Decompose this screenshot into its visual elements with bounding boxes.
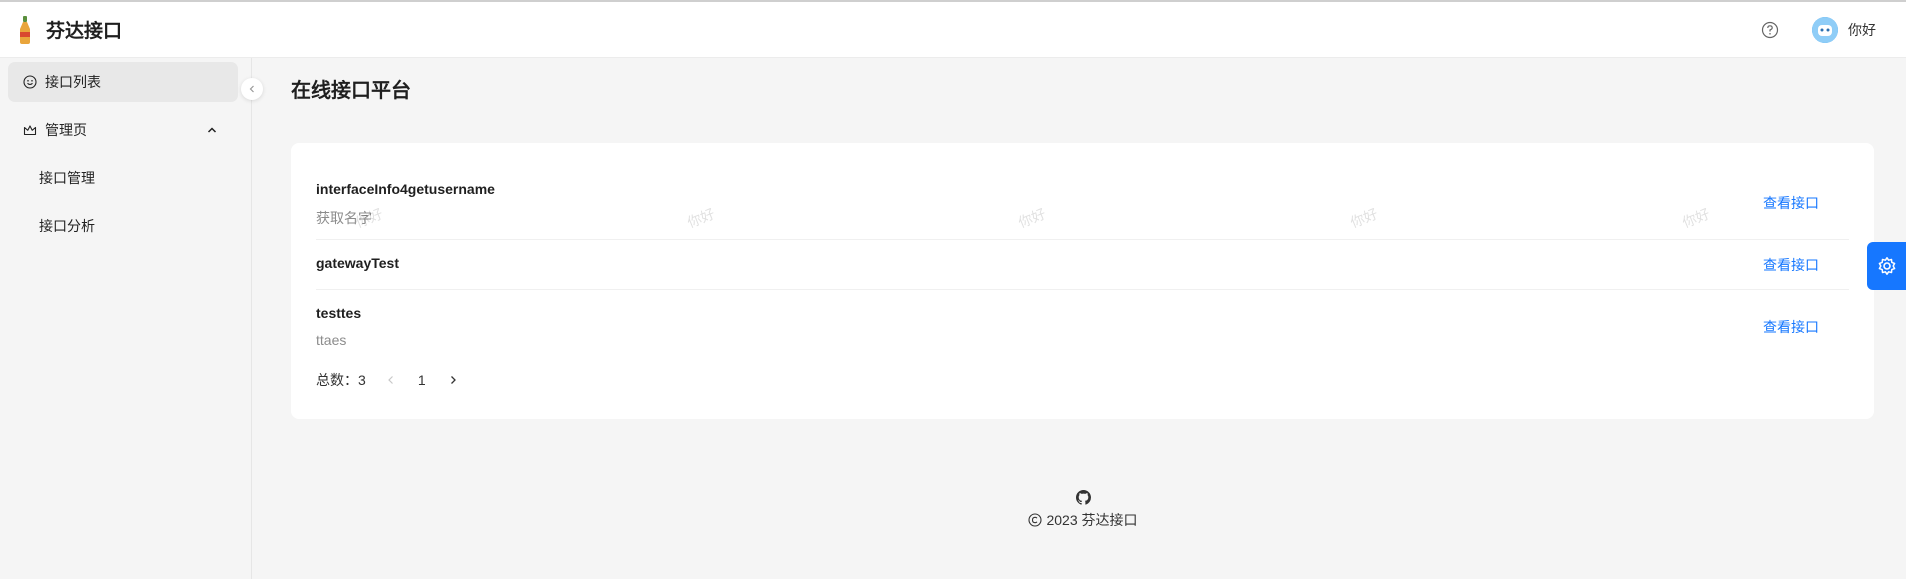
chevron-up-icon[interactable]	[206, 124, 218, 136]
header-actions: 你好	[1761, 2, 1876, 58]
list-item-desc: ttaes	[316, 332, 347, 348]
page-title: 在线接口平台	[291, 80, 411, 102]
sidebar-group-admin[interactable]: 管理页	[8, 110, 238, 150]
app-title: 芬达接口	[46, 21, 123, 42]
copyright: 2023 芬达接口	[1028, 510, 1138, 530]
sidebar-group-label: 管理页	[45, 122, 87, 138]
list-item: testtes ttaes 查看接口	[316, 305, 1849, 348]
avatar[interactable]	[1812, 17, 1838, 43]
list-item-title: gatewayTest	[316, 255, 399, 271]
sidebar-item-api-manage[interactable]: 接口管理	[8, 158, 238, 198]
crown-icon	[23, 125, 37, 136]
list-item: gatewayTest 查看接口	[316, 255, 1849, 273]
chevron-right-icon	[450, 376, 456, 384]
github-icon[interactable]	[1075, 490, 1091, 505]
robot-avatar-icon	[1812, 17, 1838, 43]
view-api-link[interactable]: 查看接口	[1763, 255, 1819, 275]
list-item-title: interfaceInfo4getusername	[316, 181, 495, 197]
pagination-page-1[interactable]: 1	[402, 372, 442, 388]
sidebar-item-api-analysis[interactable]: 接口分析	[8, 206, 238, 246]
settings-drawer-button[interactable]	[1867, 242, 1906, 290]
copyright-icon	[1028, 513, 1043, 527]
list-item-title: testtes	[316, 305, 362, 321]
chevron-left-icon	[249, 85, 254, 93]
footer: 2023 芬达接口	[1028, 490, 1138, 530]
sidebar-item-label: 接口列表	[45, 74, 101, 90]
sidebar-item-label: 接口管理	[39, 170, 95, 186]
copyright-text: 2023 芬达接口	[1046, 512, 1138, 528]
list-item: interfaceInfo4getusername 获取名字 查看接口	[316, 181, 1849, 228]
pagination-next-button[interactable]	[442, 369, 464, 391]
sidebar-item-api-list[interactable]: 接口列表	[8, 62, 238, 102]
smile-icon	[23, 75, 37, 89]
divider	[316, 239, 1849, 240]
view-api-link[interactable]: 查看接口	[1763, 193, 1819, 213]
gear-icon	[1878, 257, 1895, 275]
chevron-left-icon	[387, 376, 393, 384]
sidebar: 接口列表 管理页 接口管理 接口分析	[0, 58, 252, 579]
bottle-logo-icon	[20, 15, 30, 44]
logo[interactable]: 芬达接口	[16, 15, 122, 45]
list-item-desc: 获取名字	[316, 210, 372, 226]
view-api-link[interactable]: 查看接口	[1763, 317, 1819, 337]
divider	[316, 289, 1849, 290]
sidebar-collapse-button[interactable]	[241, 78, 263, 100]
pagination: 总数：3 1	[316, 369, 464, 391]
user-name[interactable]: 你好	[1848, 20, 1876, 40]
pagination-prev-button[interactable]	[380, 369, 402, 391]
sidebar-item-label: 接口分析	[39, 218, 95, 234]
api-list-card: interfaceInfo4getusername 获取名字 查看接口 gate…	[291, 143, 1874, 419]
pagination-total: 总数：3	[316, 372, 366, 388]
question-circle-icon[interactable]	[1761, 21, 1779, 39]
top-header: 芬达接口 你好	[0, 0, 1906, 58]
